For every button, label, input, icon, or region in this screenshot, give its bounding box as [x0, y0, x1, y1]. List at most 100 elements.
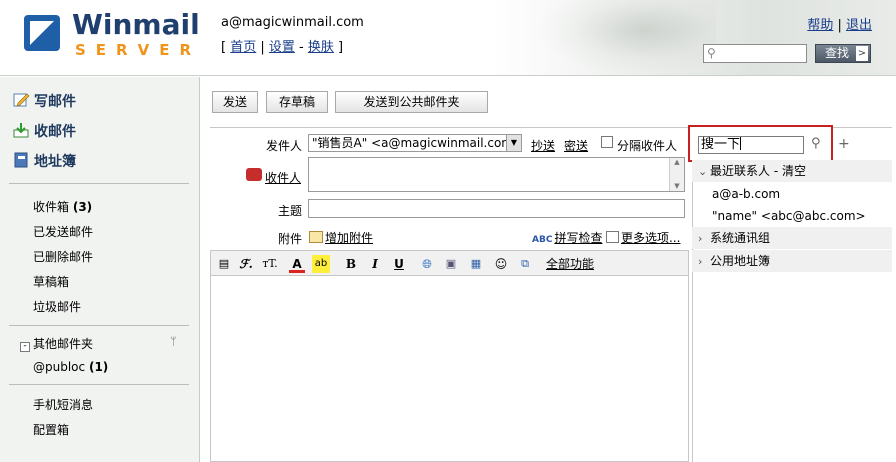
logo-word-winmail: Winmail	[72, 8, 200, 41]
text-cursor	[740, 137, 742, 150]
text-color-icon[interactable]: A	[289, 255, 305, 273]
insert-table-icon[interactable]: ▦	[468, 255, 484, 273]
add-attachment-button[interactable]: 增加附件	[309, 229, 373, 246]
sidebar: 写邮件 收邮件 地址簿 收件箱 (3) 已发送邮件 已删除邮件 草稿箱 垃圾邮件…	[0, 77, 200, 462]
help-link[interactable]: 帮助	[807, 18, 833, 33]
sidebar-inbox[interactable]: 收邮件	[13, 121, 76, 141]
chevron-right-icon: >	[856, 46, 868, 61]
sidebar-addressbook[interactable]: 地址簿	[13, 151, 76, 171]
header-right-links: 帮助 | 退出	[807, 18, 872, 33]
cc-link[interactable]: 抄送	[531, 137, 555, 154]
sidebar-item-publoc[interactable]: @publoc (1)	[33, 360, 108, 374]
group-public[interactable]: › 公用地址簿	[692, 250, 892, 272]
clear-recent-link[interactable]: 清空	[782, 164, 806, 178]
chevron-down-icon: ▼	[506, 135, 521, 151]
sidebar-item-deleted[interactable]: 已删除邮件	[33, 248, 93, 265]
from-select-value: "销售员A" <a@magicwinmail.com>	[312, 136, 522, 150]
sidebar-item-sent[interactable]: 已发送邮件	[33, 223, 93, 240]
contact-search-value: 搜一下	[701, 137, 741, 152]
more-options-link[interactable]: 更多选项...	[621, 231, 680, 245]
all-features-link[interactable]: 全部功能	[544, 255, 596, 273]
home-link[interactable]: 首页	[230, 40, 256, 55]
chevron-right-icon: ›	[698, 232, 703, 245]
from-select[interactable]: "销售员A" <a@magicwinmail.com> ▼	[308, 134, 522, 152]
scroll-up-icon: ▲	[674, 158, 680, 166]
sidebar-other-folders[interactable]: - 其他邮件夹	[20, 335, 93, 352]
logo-word-server: SERVER	[75, 41, 202, 59]
sidebar-item-config[interactable]: 配置箱	[33, 421, 69, 438]
header-decoration	[536, 0, 716, 75]
sidebar-divider	[9, 325, 189, 326]
logo-icon	[24, 15, 60, 51]
receive-icon	[13, 123, 29, 138]
attach-label: 附件	[277, 232, 302, 246]
font-size-icon[interactable]: тT.	[259, 255, 281, 273]
settings-link[interactable]: 设置	[269, 40, 295, 55]
top-search-input[interactable]: ⚲	[703, 44, 807, 63]
save-draft-button[interactable]: 存草稿	[266, 91, 328, 113]
from-label: 发件人	[265, 139, 302, 153]
contact-search-input[interactable]: 搜一下	[698, 136, 804, 154]
contact-item[interactable]: "name" <abc@abc.com>	[712, 209, 866, 223]
sidebar-item-sms[interactable]: 手机短消息	[33, 396, 93, 413]
contact-item[interactable]: a@a-b.com	[712, 187, 780, 201]
send-button[interactable]: 发送	[212, 91, 258, 113]
logout-link[interactable]: 退出	[846, 18, 872, 33]
sidebar-item-junk[interactable]: 垃圾邮件	[33, 298, 81, 315]
sidebar-divider	[9, 384, 189, 385]
chevron-right-icon: ›	[698, 255, 703, 268]
search-icon[interactable]: ⚲	[811, 136, 821, 151]
format-block-icon[interactable]: ▤	[216, 255, 232, 273]
sidebar-item-inbox[interactable]: 收件箱 (3)	[33, 198, 92, 215]
pin-icon[interactable]: ᛘ	[170, 335, 177, 348]
unread-count: (3)	[72, 200, 93, 214]
spell-check-button[interactable]: ABC 拼写检查	[532, 229, 602, 246]
more-options-icon	[606, 231, 619, 243]
winmail-logo[interactable]: Winmail SERVER	[22, 8, 200, 59]
to-scrollbar[interactable]: ▲ ▼	[669, 158, 684, 191]
insert-object-icon[interactable]: ⧉	[517, 255, 533, 273]
sidebar-divider	[9, 183, 189, 184]
user-email: a@magicwinmail.com	[221, 15, 364, 30]
send-public-button[interactable]: 发送到公共邮件夹	[335, 91, 488, 113]
emoticon-icon[interactable]: ☺	[493, 255, 509, 273]
spell-check-icon: ABC	[532, 235, 553, 245]
highlight-icon[interactable]: ab	[312, 255, 330, 273]
more-options-button[interactable]: 更多选项...	[606, 229, 680, 246]
search-button-label: 查找	[825, 46, 850, 60]
contact-search-highlight: 搜一下 ⚲	[688, 125, 833, 162]
collapse-icon: -	[20, 342, 30, 352]
font-family-icon[interactable]: ℱ.	[236, 255, 256, 273]
group-recent[interactable]: ⌄ 最近联系人 - 清空	[692, 160, 892, 182]
editor-body[interactable]	[210, 276, 689, 462]
sidebar-addressbook-label: 地址簿	[34, 154, 76, 170]
compose-icon	[13, 93, 30, 107]
search-button[interactable]: 查找 >	[815, 44, 871, 63]
sidebar-compose[interactable]: 写邮件	[13, 91, 76, 111]
insert-image-icon[interactable]: ▣	[443, 255, 459, 273]
attachment-icon	[309, 231, 323, 243]
header: Winmail SERVER a@magicwinmail.com [ 首页 |…	[0, 0, 896, 76]
editor-toolbar: ▤ ℱ. тT. A ab B I U 🌐︎ ▣ ▦ ☺ ⧉ 全部功能	[210, 250, 689, 276]
italic-icon[interactable]: I	[368, 255, 382, 273]
skin-link[interactable]: 换肤	[308, 40, 334, 55]
separate-recipients-label: 分隔收件人	[617, 139, 678, 153]
sidebar-item-drafts[interactable]: 草稿箱	[33, 273, 69, 290]
add-contact-icon[interactable]: +	[838, 136, 850, 152]
group-system[interactable]: › 系统通讯组	[692, 227, 892, 249]
spell-check-link[interactable]: 拼写检查	[554, 231, 602, 245]
scroll-down-icon: ▼	[674, 182, 680, 190]
bold-icon[interactable]: B	[344, 255, 358, 273]
addressbook-red-icon	[246, 168, 262, 181]
subject-input[interactable]	[308, 199, 685, 218]
insert-link-icon[interactable]: 🌐︎	[419, 255, 435, 273]
to-label-link[interactable]: 收件人	[265, 169, 301, 186]
addressbook-icon	[14, 152, 28, 168]
separate-recipients-checkbox[interactable]	[601, 136, 613, 148]
add-attachment-link[interactable]: 增加附件	[325, 231, 373, 245]
subject-label: 主题	[277, 204, 302, 218]
top-links: [ 首页 | 设置 - 换肤 ]	[221, 40, 344, 55]
bcc-link[interactable]: 密送	[564, 137, 588, 154]
to-input[interactable]: ▲ ▼	[308, 157, 685, 192]
underline-icon[interactable]: U	[392, 255, 406, 273]
